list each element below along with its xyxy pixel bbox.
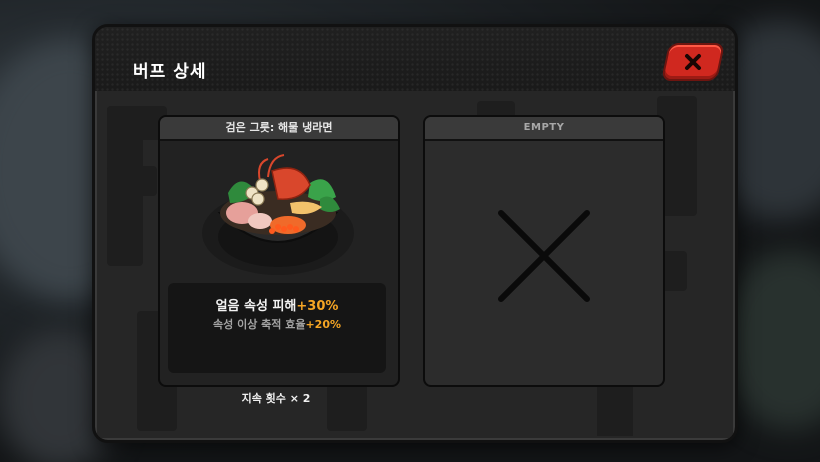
buff-slot-1-title: 검은 그릇: 해물 냉라면	[160, 117, 398, 141]
close-x-icon	[685, 54, 701, 70]
buff-effect-sub: 속성 이상 축적 효율+20%	[168, 316, 386, 332]
seafood-cold-ramen-bowl-icon	[202, 154, 354, 275]
buff-effect-sub-value: +20%	[305, 318, 341, 331]
close-button[interactable]	[660, 43, 726, 81]
dialog-header: 버프 상세	[95, 27, 735, 91]
buff-duration: 지속 횟수 × 2	[241, 392, 311, 405]
buff-slot-1[interactable]: 검은 그릇: 해물 냉라면 얼음 속성 피해+30% 속성 이상 축적 효율+2…	[158, 115, 400, 387]
buff-detail-dialog: 버프 상세 검은 그릇: 해물 냉라면 얼음 속성 피해+30% 속성 이상 축…	[92, 24, 738, 443]
empty-x-icon	[498, 210, 590, 302]
buff-effect-main: 얼음 속성 피해+30%	[168, 295, 386, 314]
buff-effect-main-value: +30%	[296, 299, 339, 314]
dialog-title: 버프 상세	[133, 62, 207, 82]
buff-slot-2-title: EMPTY	[425, 117, 663, 141]
buff-effect-main-label: 얼음 속성 피해	[215, 299, 297, 314]
buff-slot-2-empty[interactable]: EMPTY	[423, 115, 665, 387]
buff-effect-box: 얼음 속성 피해+30% 속성 이상 축적 효율+20%	[168, 283, 386, 373]
buff-effect-sub-label: 속성 이상 축적 효율	[213, 318, 306, 331]
